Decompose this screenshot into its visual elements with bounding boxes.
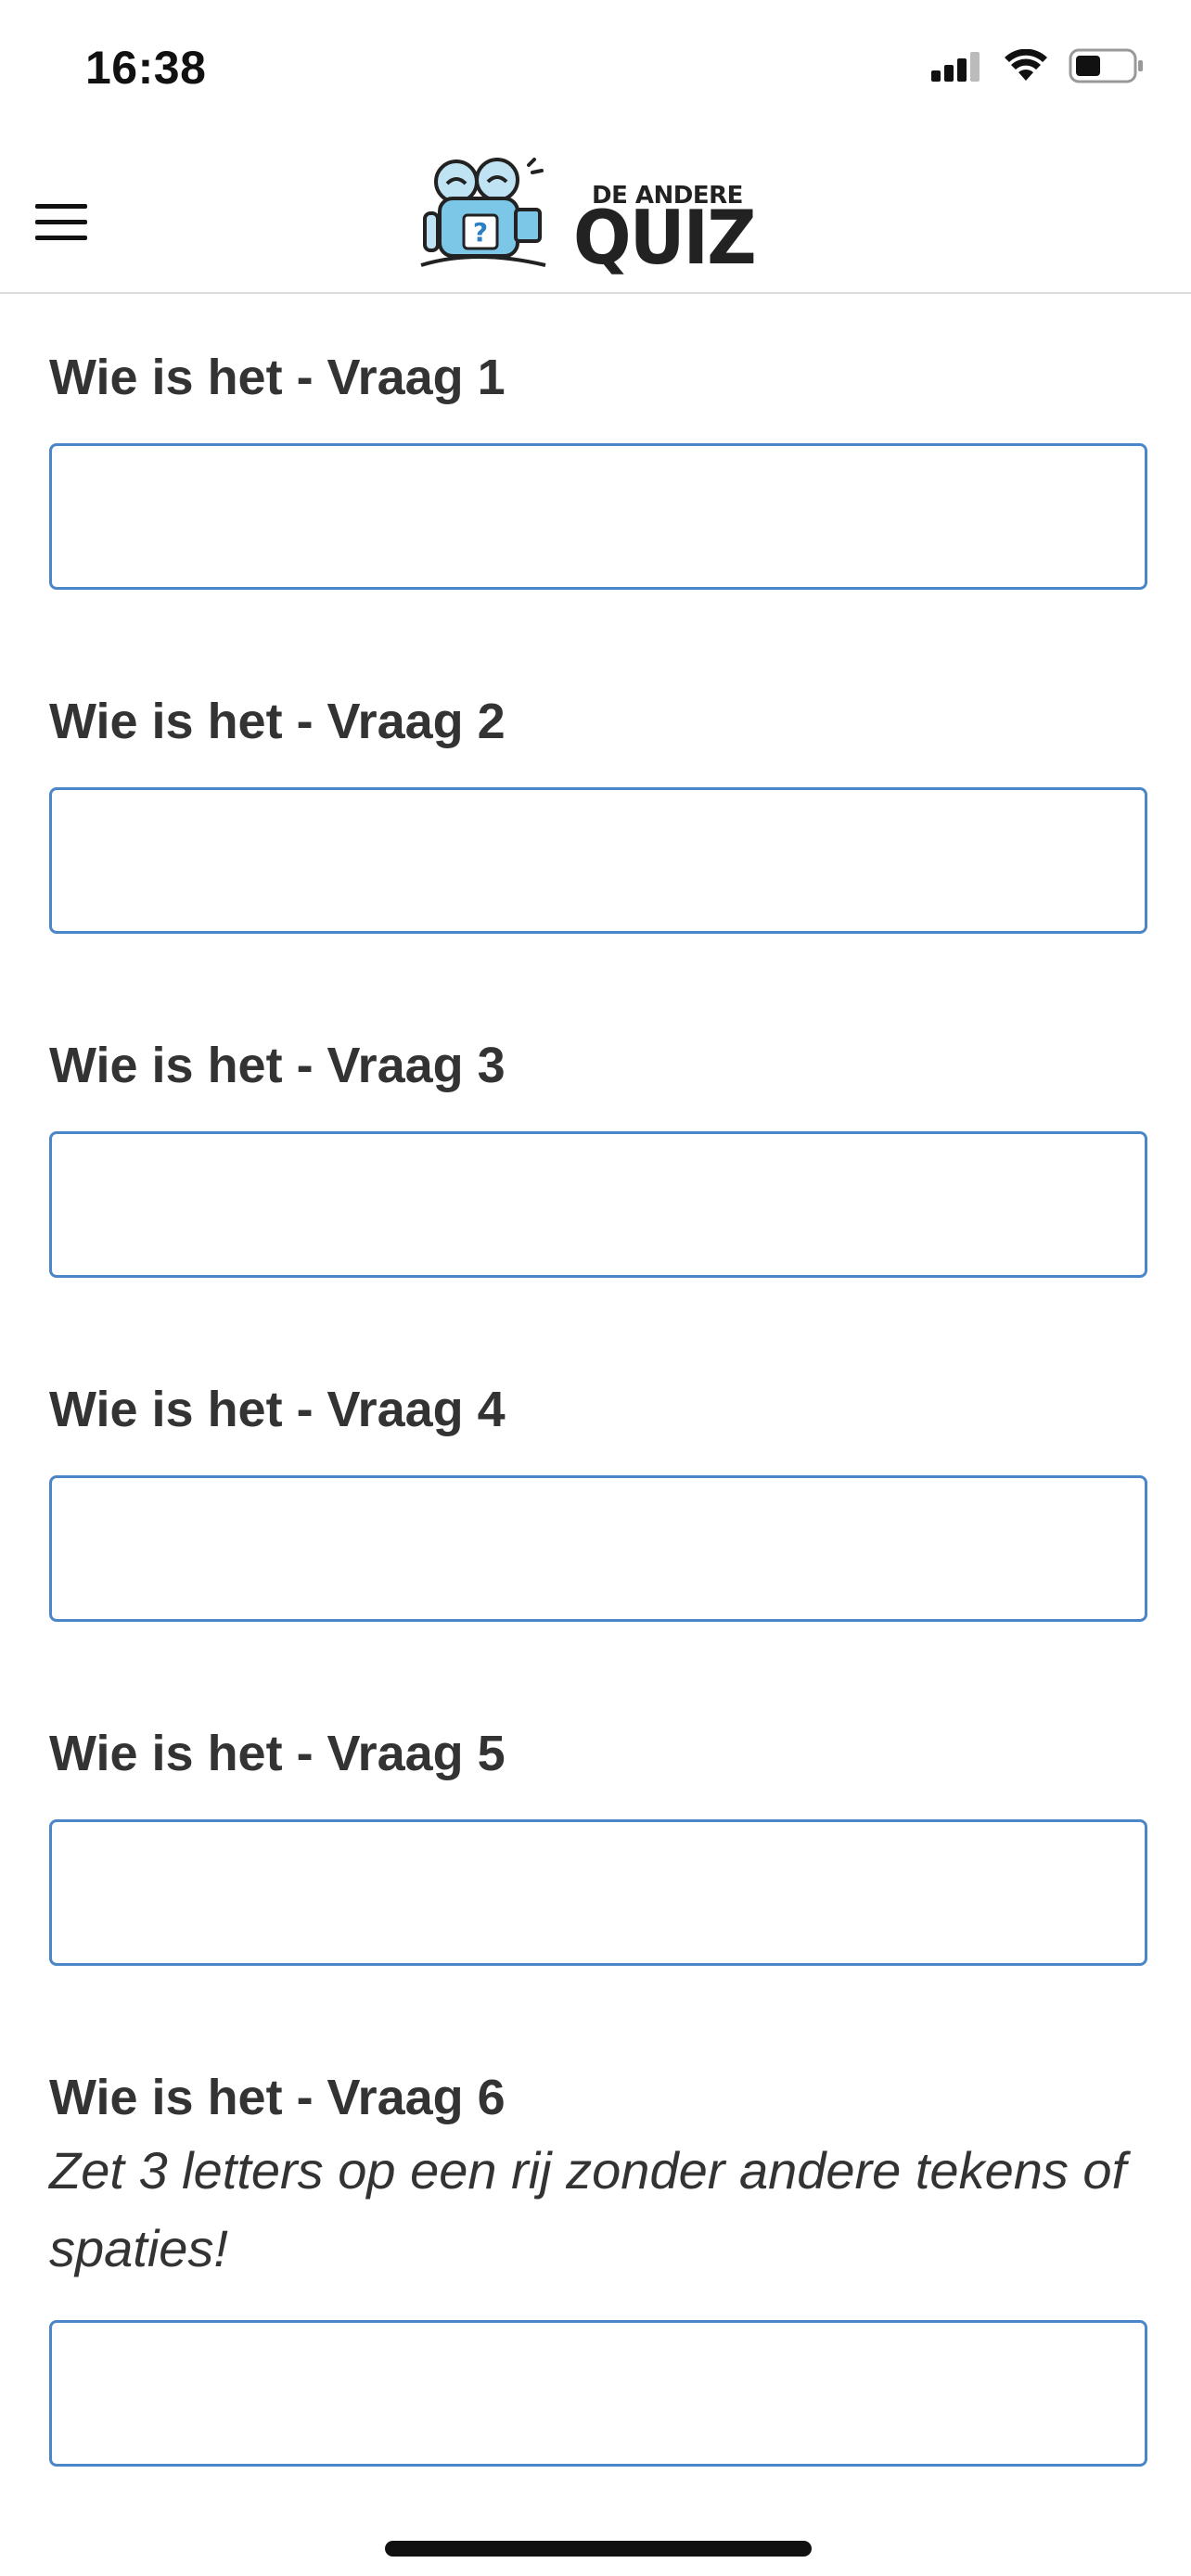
status-time: 16:38 xyxy=(85,42,207,94)
app-header: ? DE ANDERE QUIZ xyxy=(0,139,1191,294)
answer-input[interactable] xyxy=(49,1475,1147,1622)
question-block: Wie is het - Vraag 1 xyxy=(49,345,1147,590)
answer-input[interactable] xyxy=(49,1819,1147,1966)
question-block: Wie is het - Vraag 6 Zet 3 letters op ee… xyxy=(49,2065,1147,2467)
hamburger-menu-icon[interactable] xyxy=(35,204,87,241)
question-label: Wie is het - Vraag 5 xyxy=(49,1726,506,1781)
answer-input[interactable] xyxy=(49,1131,1147,1278)
logo[interactable]: ? DE ANDERE QUIZ xyxy=(419,156,757,281)
question-block: Wie is het - Vraag 2 xyxy=(49,689,1147,934)
quiz-mascot-icon: ? xyxy=(420,158,546,267)
question-hint: Zet 3 letters op een rij zonder andere t… xyxy=(49,2141,1127,2277)
cellular-signal-icon xyxy=(931,52,980,82)
question-label: Wie is het - Vraag 4 xyxy=(49,1382,506,1437)
question-label: Wie is het - Vraag 3 xyxy=(49,1038,506,1093)
home-indicator[interactable] xyxy=(385,2541,812,2557)
question-label: Wie is het - Vraag 1 xyxy=(49,350,506,405)
question-block: Wie is het - Vraag 5 xyxy=(49,1721,1147,1966)
answer-input[interactable] xyxy=(49,787,1147,934)
question-label: Wie is het - Vraag 6 xyxy=(49,2070,506,2125)
svg-text:?: ? xyxy=(473,217,488,248)
status-icons xyxy=(931,48,1145,83)
answer-input[interactable] xyxy=(49,443,1147,590)
logo-text-big: QUIZ xyxy=(573,195,757,281)
question-label: Wie is het - Vraag 2 xyxy=(49,694,506,749)
answer-input[interactable] xyxy=(49,2320,1147,2467)
question-block: Wie is het - Vraag 3 xyxy=(49,1033,1147,1278)
question-block: Wie is het - Vraag 4 xyxy=(49,1377,1147,1622)
status-bar: 16:38 xyxy=(0,0,1191,139)
battery-icon xyxy=(1069,48,1143,83)
wifi-icon xyxy=(1005,49,1047,81)
